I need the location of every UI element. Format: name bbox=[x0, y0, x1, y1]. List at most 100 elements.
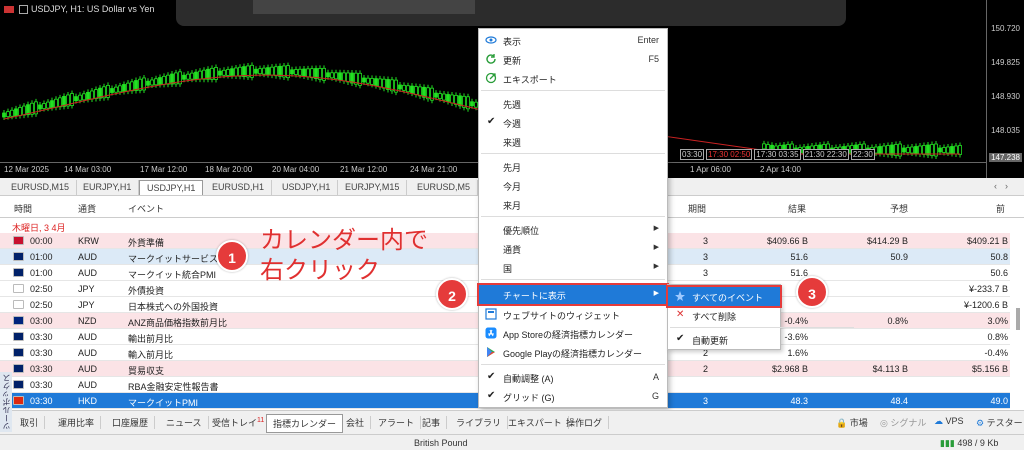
chart-tab[interactable]: EURJPY,H1 bbox=[76, 180, 140, 195]
price-label: 148.035 bbox=[991, 126, 1020, 135]
tab-journal[interactable]: 操作ログ bbox=[560, 416, 610, 429]
event-marker[interactable]: 17:30 02:50 bbox=[706, 149, 753, 160]
menu-item-priority[interactable]: 優先順位 ▶ bbox=[479, 220, 667, 239]
cell-event: 貿易収支 bbox=[128, 366, 165, 376]
cell-forecast: 0.8% bbox=[887, 316, 908, 326]
cell-actual: $2.968 B bbox=[771, 364, 808, 374]
menu-item-google-play[interactable]: Google Playの経済指標カレンダー bbox=[479, 343, 667, 362]
app-store-icon bbox=[485, 327, 497, 339]
cell-previous: 50.8 bbox=[990, 252, 1008, 262]
country-flag-icon bbox=[13, 332, 24, 341]
event-marker[interactable]: 03:30 bbox=[680, 149, 705, 160]
menu-item-show-on-chart[interactable]: チャートに表示 ▶ bbox=[477, 283, 669, 306]
time-label: 2 Apr 14:00 bbox=[760, 165, 801, 174]
signals-button[interactable]: ◎ シグナル bbox=[880, 416, 926, 429]
tab-history[interactable]: 口座履歴 bbox=[106, 416, 156, 429]
tab-news[interactable]: ニュース bbox=[160, 416, 209, 429]
cell-previous: 49.0 bbox=[990, 396, 1008, 406]
check-icon: ✔ bbox=[676, 333, 685, 344]
col-previous[interactable]: 前 bbox=[996, 202, 1005, 215]
current-price-tag: 147.238 bbox=[989, 153, 1022, 162]
step-1-badge: 1 bbox=[216, 240, 248, 272]
menu-item-next-month[interactable]: 来月 bbox=[479, 195, 667, 214]
tester-button[interactable]: ⚙ テスター bbox=[976, 416, 1023, 429]
menu-item-country[interactable]: 国 ▶ bbox=[479, 258, 667, 277]
cell-actual: $409.66 B bbox=[766, 236, 808, 246]
chart-tab-active[interactable]: USDJPY,H1 bbox=[139, 180, 204, 195]
menu-item-last-week[interactable]: 先週 bbox=[479, 94, 667, 113]
menu-item-this-month[interactable]: 今月 bbox=[479, 176, 667, 195]
tab-articles[interactable]: 記事 bbox=[416, 416, 448, 429]
tab-experts[interactable]: エキスパート bbox=[502, 416, 569, 429]
menu-item-auto-arrange[interactable]: ✔ 自動調整 (A) A bbox=[479, 368, 667, 387]
chart-title: USDJPY, H1: US Dollar vs Yen bbox=[4, 4, 154, 15]
menu-item-grid[interactable]: ✔ グリッド (G) G bbox=[479, 387, 667, 406]
col-event[interactable]: イベント bbox=[128, 202, 164, 215]
col-time[interactable]: 時間 bbox=[14, 202, 32, 215]
cell-previous: 50.6 bbox=[990, 268, 1008, 278]
status-traffic: ▮▮▮ 498 / 9 Kb bbox=[940, 438, 999, 448]
col-actual[interactable]: 結果 bbox=[788, 202, 806, 215]
event-marker[interactable]: 21:30 22:30 bbox=[802, 149, 849, 160]
google-play-icon bbox=[487, 347, 495, 357]
chart-tab[interactable]: USDJPY,H1 bbox=[275, 180, 339, 195]
tab-trade[interactable]: 取引 bbox=[14, 416, 46, 429]
cell-currency: AUD bbox=[78, 380, 98, 390]
status-bar: British Pound ▮▮▮ 498 / 9 Kb bbox=[0, 434, 1024, 450]
cell-forecast: 50.9 bbox=[890, 252, 908, 262]
chart-tab[interactable]: EURUSD,M15 bbox=[4, 180, 78, 195]
country-flag-icon bbox=[13, 396, 24, 405]
submenu-arrow-icon: ▶ bbox=[653, 244, 659, 251]
menu-item-this-week[interactable]: ✔ 今週 bbox=[479, 113, 667, 132]
instruction-text: カレンダー内で 右クリック bbox=[260, 227, 428, 284]
col-period[interactable]: 期間 bbox=[688, 202, 706, 215]
menu-item-export[interactable]: エキスポート bbox=[479, 69, 667, 88]
time-label: 1 Apr 06:00 bbox=[690, 165, 731, 174]
country-flag-icon bbox=[13, 316, 24, 325]
cell-currency: NZD bbox=[78, 316, 97, 326]
tab-exposure[interactable]: 運用比率 bbox=[52, 416, 102, 429]
event-marker[interactable]: 17:30 03:35 bbox=[754, 149, 801, 160]
calendar-scrollbar[interactable] bbox=[1014, 218, 1022, 408]
menu-item-view[interactable]: 表示 Enter bbox=[479, 31, 667, 50]
toolbox-side-label[interactable]: ツールボックス bbox=[0, 372, 12, 432]
menu-item-refresh[interactable]: 更新 F5 bbox=[479, 50, 667, 69]
chart-tab[interactable]: EURJPY,M15 bbox=[338, 180, 408, 195]
signal-icon: ◎ bbox=[880, 418, 888, 428]
tab-alerts[interactable]: アラート bbox=[372, 416, 422, 429]
col-forecast[interactable]: 予想 bbox=[890, 202, 908, 215]
check-icon: ✔ bbox=[487, 390, 496, 401]
tab-library[interactable]: ライブラリ bbox=[450, 416, 509, 429]
country-flag-icon bbox=[13, 268, 24, 277]
vps-button[interactable]: ☁ VPS bbox=[934, 416, 964, 427]
cell-actual: 51.6 bbox=[790, 252, 808, 262]
chart-tab[interactable]: EURUSD,M5 bbox=[410, 180, 479, 195]
event-marker[interactable]: 22:30 bbox=[850, 149, 875, 160]
chart-overlay-toolbar bbox=[176, 0, 846, 26]
cell-forecast: $414.29 B bbox=[866, 236, 908, 246]
tab-scroll-arrows-icon[interactable]: ‹› bbox=[994, 181, 1016, 191]
menu-item-next-week[interactable]: 来週 bbox=[479, 132, 667, 151]
cell-time: 03:30 bbox=[30, 380, 53, 390]
submenu-item-delete-all[interactable]: ✕ すべて削除 bbox=[668, 306, 780, 325]
menu-item-app-store[interactable]: App Storeの経済指標カレンダー bbox=[479, 324, 667, 343]
cell-actual: 48.3 bbox=[790, 396, 808, 406]
tab-calendar[interactable]: 指標カレンダー bbox=[266, 414, 344, 433]
col-currency[interactable]: 通貨 bbox=[78, 202, 96, 215]
menu-item-last-month[interactable]: 先月 bbox=[479, 157, 667, 176]
cell-time: 03:00 bbox=[30, 316, 53, 326]
submenu-item-auto-update[interactable]: ✔ 自動更新 bbox=[668, 330, 780, 349]
country-flag-icon bbox=[13, 364, 24, 373]
cell-event: マークイット統合PMI bbox=[128, 270, 217, 280]
us-flag-icon bbox=[4, 6, 14, 14]
country-flag-icon bbox=[13, 252, 24, 261]
tab-mailbox[interactable]: 受信トレイ11 bbox=[206, 416, 272, 429]
tab-company[interactable]: 会社 bbox=[340, 416, 372, 429]
cell-currency: KRW bbox=[78, 236, 99, 246]
market-button[interactable]: 🔒 市場 bbox=[836, 416, 868, 429]
lock-icon: 🔒 bbox=[836, 418, 848, 428]
menu-item-currency[interactable]: 通貨 ▶ bbox=[479, 239, 667, 258]
menu-item-website-widget[interactable]: ウェブサイトのウィジェット bbox=[479, 305, 667, 324]
chart-tab[interactable]: EURUSD,H1 bbox=[205, 180, 273, 195]
submenu-item-all-events[interactable]: すべてのイベント bbox=[666, 285, 782, 308]
